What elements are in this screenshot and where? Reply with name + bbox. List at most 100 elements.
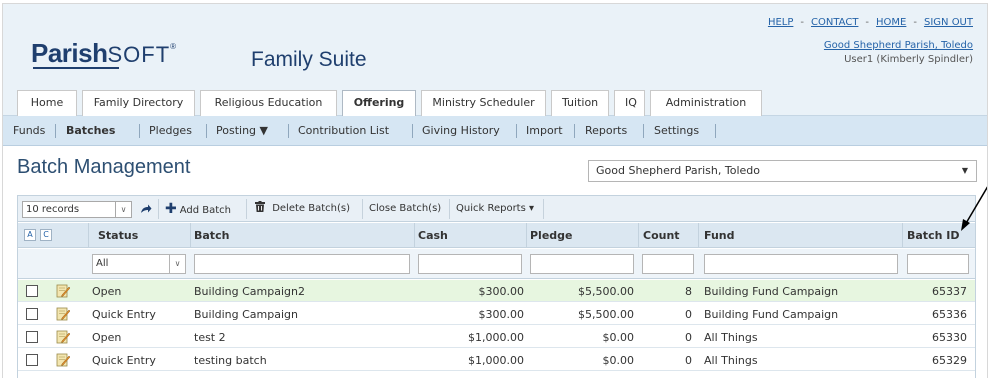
tab-family-directory[interactable]: Family Directory	[82, 90, 195, 116]
row-count: 0	[685, 308, 692, 321]
col-pledge[interactable]: Pledge	[530, 229, 573, 242]
cash-filter-input[interactable]	[418, 254, 522, 274]
row-pledge: $5,500.00	[578, 308, 634, 321]
batch-grid: 10 records ∨ ✚ Add Batch Delete Batch(s) …	[17, 195, 976, 378]
row-fund: All Things	[704, 331, 758, 344]
col-cash[interactable]: Cash	[418, 229, 448, 242]
app-frame: ParishSOFT® Family Suite HELP - CONTACT - HO…	[2, 3, 988, 378]
user-name: User1 (Kimberly Spindler)	[844, 54, 973, 65]
table-row[interactable]: Quick Entry testing batch $1,000.00 $0.00 0 A…	[18, 349, 975, 371]
tab-iq[interactable]: IQ	[614, 90, 645, 116]
row-status: Quick Entry	[92, 354, 156, 367]
count-filter-input[interactable]	[642, 254, 694, 274]
table-row[interactable]: Open test 2 $1,000.00 $0.00 0 All Things 65330	[18, 326, 975, 348]
tab-offering[interactable]: Offering	[342, 90, 416, 117]
home-link[interactable]: HOME	[876, 17, 906, 28]
tab-religious-education[interactable]: Religious Education	[200, 90, 337, 116]
main-tabs: Home Family Directory Religious Educatio…	[3, 82, 987, 117]
col-batch-id[interactable]: Batch ID	[907, 229, 959, 242]
subnav-giving-history[interactable]: Giving History	[422, 124, 500, 137]
tab-tuition[interactable]: Tuition	[551, 90, 609, 116]
subnav-import[interactable]: Import	[526, 124, 563, 137]
edit-icon[interactable]	[56, 329, 70, 344]
col-status[interactable]: Status	[98, 229, 138, 242]
row-count: 0	[685, 331, 692, 344]
row-checkbox[interactable]	[26, 285, 38, 297]
subnav-contribution-list[interactable]: Contribution List	[298, 124, 389, 137]
subnav-posting[interactable]: Posting ▼	[216, 124, 268, 137]
row-cash: $300.00	[478, 285, 525, 298]
row-status: Open	[92, 331, 122, 344]
pledge-filter-input[interactable]	[530, 254, 634, 274]
clear-all-toggle[interactable]: C	[40, 229, 52, 241]
delete-batch-button[interactable]: Delete Batch(s)	[255, 201, 350, 218]
row-batch[interactable]: Building Campaign2	[194, 285, 305, 298]
row-batch[interactable]: test 2	[194, 331, 226, 344]
grid-toolbar: 10 records ∨ ✚ Add Batch Delete Batch(s) …	[18, 196, 975, 222]
row-checkbox[interactable]	[26, 308, 38, 320]
fund-filter-input[interactable]	[704, 254, 898, 274]
contact-link[interactable]: CONTACT	[811, 17, 858, 28]
col-count[interactable]: Count	[643, 229, 680, 242]
row-cash: $300.00	[478, 308, 525, 321]
row-checkbox[interactable]	[26, 331, 38, 343]
records-per-page-select[interactable]: 10 records ∨	[22, 201, 132, 218]
tab-administration[interactable]: Administration	[650, 90, 762, 116]
parishsoft-logo[interactable]: ParishSOFT®	[31, 38, 176, 69]
subnav-reports[interactable]: Reports	[585, 124, 627, 137]
row-count: 8	[685, 285, 692, 298]
annotation-arrow-icon	[961, 186, 987, 231]
batch-id-filter-input[interactable]	[907, 254, 969, 274]
row-batch[interactable]: testing batch	[194, 354, 267, 367]
row-batch-id: 65330	[932, 331, 967, 344]
row-checkbox[interactable]	[26, 354, 38, 366]
row-fund: Building Fund Campaign	[704, 285, 839, 298]
row-pledge: $0.00	[602, 331, 635, 344]
top-links: HELP - CONTACT - HOME - SIGN OUT	[767, 17, 973, 28]
share-icon[interactable]	[140, 201, 152, 218]
trash-icon	[255, 201, 268, 214]
row-batch-id: 65329	[932, 354, 967, 367]
row-fund: All Things	[704, 354, 758, 367]
plus-icon: ✚	[165, 201, 177, 217]
row-status: Quick Entry	[92, 308, 156, 321]
batch-filter-input[interactable]	[194, 254, 410, 274]
subnav-batches[interactable]: Batches	[66, 124, 115, 137]
row-status: Open	[92, 285, 122, 298]
row-cash: $1,000.00	[468, 354, 524, 367]
quick-reports-button[interactable]: Quick Reports ▾	[456, 201, 534, 218]
subnav-settings[interactable]: Settings	[654, 124, 699, 137]
grid-header: A C Status Batch Cash Pledge Count Fund …	[18, 223, 975, 248]
page-title: Batch Management	[17, 156, 191, 178]
table-row[interactable]: Open Building Campaign2 $300.00 $5,500.00 8 B…	[18, 280, 975, 302]
suite-title: Family Suite	[251, 48, 367, 71]
edit-icon[interactable]	[56, 306, 70, 321]
header: ParishSOFT® Family Suite HELP - CONTACT - HO…	[3, 4, 987, 82]
grid-filter-row: All ∨	[18, 249, 975, 279]
subnav-funds[interactable]: Funds	[13, 124, 45, 137]
row-batch[interactable]: Building Campaign	[194, 308, 298, 321]
tab-ministry-scheduler[interactable]: Ministry Scheduler	[421, 90, 546, 116]
row-fund: Building Fund Campaign	[704, 308, 839, 321]
tab-home[interactable]: Home	[17, 90, 77, 116]
col-fund[interactable]: Fund	[704, 229, 735, 242]
add-batch-button[interactable]: ✚ Add Batch	[165, 201, 231, 218]
row-batch-id: 65336	[932, 308, 967, 321]
parish-select[interactable]: Good Shepherd Parish, Toledo ▼	[588, 160, 977, 182]
edit-icon[interactable]	[56, 283, 70, 298]
table-row[interactable]: Quick Entry Building Campaign $300.00 $5,50…	[18, 303, 975, 325]
row-batch-id: 65337	[932, 285, 967, 298]
close-batch-button[interactable]: Close Batch(s)	[369, 201, 441, 218]
subnav-pledges[interactable]: Pledges	[149, 124, 192, 137]
chevron-down-icon: ∨	[169, 255, 185, 273]
col-batch[interactable]: Batch	[194, 229, 229, 242]
chevron-down-icon: ∨	[115, 202, 131, 217]
edit-icon[interactable]	[56, 352, 70, 367]
help-link[interactable]: HELP	[768, 17, 793, 28]
select-all-toggle[interactable]: A	[24, 229, 36, 241]
sign-out-link[interactable]: SIGN OUT	[924, 17, 973, 28]
logo-underline	[33, 67, 119, 69]
row-count: 0	[685, 354, 692, 367]
parish-link[interactable]: Good Shepherd Parish, Toledo	[824, 40, 973, 51]
status-filter-select[interactable]: All ∨	[92, 254, 186, 274]
